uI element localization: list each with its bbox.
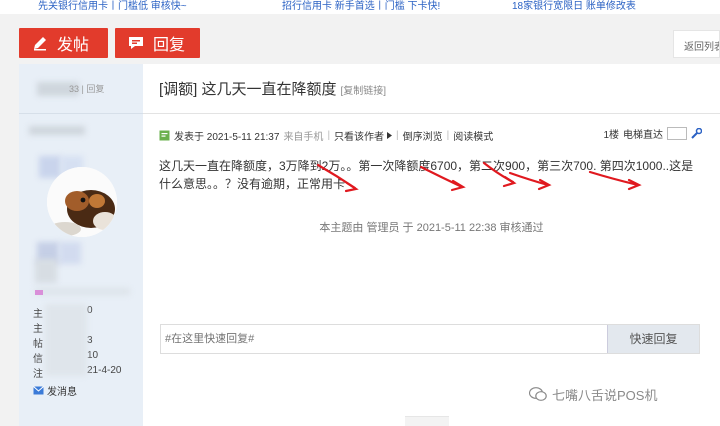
posted-time: 发表于 2021-5-11 21:37 <box>174 131 280 143</box>
floor-nav: 1楼 电梯直达 <box>603 126 702 141</box>
watermark-text: 七嘴八舌说POS机 <box>552 388 658 403</box>
envelope-icon <box>33 386 44 395</box>
read-mode-link[interactable]: 阅读模式 <box>453 128 493 143</box>
stat-value-5: 21-4-20 <box>87 365 122 376</box>
group-color-mark <box>35 290 43 295</box>
blurred-level <box>35 259 57 283</box>
wechat-icon <box>529 387 547 402</box>
stat-label-3: 帖 <box>33 339 43 350</box>
blur-block <box>35 288 130 295</box>
caret-right-icon <box>387 131 393 139</box>
top-link-2[interactable]: 招行信用卡 新手首选丨门槛 下卡快! <box>282 0 440 12</box>
wrench-icon[interactable] <box>691 128 702 139</box>
top-link-3[interactable]: 18家银行宽限日 账单修改表 <box>512 0 636 12</box>
post-main: [调额] 这几天一直在降额度 [复制链接] 发表于 2021-5-11 21:37… <box>143 64 720 426</box>
post-footer-stub <box>405 416 449 426</box>
post-source: 来自手机 <box>283 131 324 143</box>
blur-block <box>59 242 81 264</box>
thread-title: [调额] 这几天一直在降额度 [复制链接] <box>159 78 386 99</box>
only-author-link[interactable]: 只看该作者 <box>334 128 384 143</box>
meta-separator: | <box>327 129 331 141</box>
title-row: [调额] 这几天一直在降额度 [复制链接] <box>143 64 720 114</box>
author-sidebar: 33 | 回复 主 0 主 帖 3 信 10 注 21-4-20 发消息 <box>19 64 143 426</box>
quick-reply-box: 快速回复 <box>160 324 700 354</box>
stat-label-1: 主 <box>33 309 43 320</box>
post-content: 这几天一直在降额度，3万降到2万。。第一次降额度6700，第二次900，第三次7… <box>159 159 694 191</box>
stat-value-3: 3 <box>87 335 93 346</box>
stat-value-1: 0 <box>87 305 93 316</box>
floor-number: 1楼 <box>603 130 619 141</box>
blur-block <box>39 156 61 178</box>
stat-label-4: 信 <box>33 354 43 365</box>
floor-jump-input[interactable] <box>667 127 687 140</box>
top-ad-bar: 先关银行信用卡丨门槛低 审核快~ 招行信用卡 新手首选丨门槛 下卡快! 18家银… <box>0 0 720 14</box>
reply-button[interactable]: 回复 <box>115 28 200 58</box>
quick-reply-input[interactable] <box>161 325 607 353</box>
elevator-label: 电梯直达 <box>623 130 663 141</box>
action-bar: 发帖 回复 返回列表 <box>0 14 720 64</box>
stat-label-5: 注 <box>33 369 43 380</box>
send-message-link[interactable]: 发消息 <box>33 383 77 398</box>
back-to-list-button[interactable]: 返回列表 <box>673 30 720 58</box>
comment-icon <box>127 34 145 52</box>
copy-link[interactable]: [复制链接] <box>341 86 387 97</box>
post-button[interactable]: 发帖 <box>19 28 108 58</box>
reply-button-label: 回复 <box>153 37 186 54</box>
meta-separator: | <box>396 129 399 141</box>
blurred-stats <box>45 304 87 376</box>
blurred-username <box>29 126 85 135</box>
pencil-icon <box>31 34 49 52</box>
meta-separator: | <box>446 129 450 141</box>
sidebar-head-fragment: 33 | 回复 <box>69 84 105 94</box>
audit-notice: 本主题由 管理员 于 2021-5-11 22:38 审核通过 <box>319 222 544 234</box>
posted-icon <box>159 130 170 141</box>
reverse-view-link[interactable]: 倒序浏览 <box>403 128 443 143</box>
thread-title-text: [调额] 这几天一直在降额度 <box>159 81 337 98</box>
top-link-1[interactable]: 先关银行信用卡丨门槛低 审核快~ <box>38 0 187 12</box>
avatar[interactable] <box>47 167 117 237</box>
stat-value-4: 10 <box>87 350 99 361</box>
post-button-label: 发帖 <box>57 37 90 54</box>
stat-label-2: 主 <box>33 324 43 335</box>
send-message-label: 发消息 <box>47 387 77 398</box>
quick-reply-button[interactable]: 快速回复 <box>607 325 699 353</box>
watermark: 七嘴八舌说POS机 <box>529 385 657 404</box>
